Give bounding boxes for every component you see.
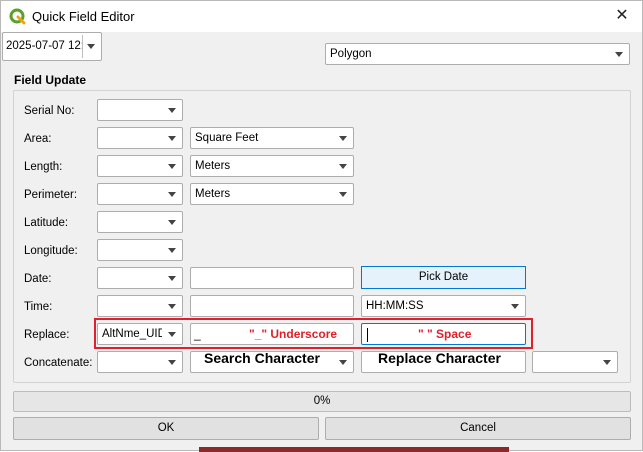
area-unit-value: Square Feet [195, 132, 259, 144]
chevron-down-icon [168, 248, 176, 253]
chevron-down-icon [168, 360, 176, 365]
replace-field-value: AltNme_UID [102, 328, 162, 340]
title-bar: Quick Field Editor ✕ [1, 1, 642, 32]
text-caret [367, 328, 368, 342]
replace-field-select[interactable]: AltNme_UID [97, 323, 183, 345]
chevron-down-icon [168, 108, 176, 113]
chevron-down-icon [339, 136, 347, 141]
close-button[interactable]: ✕ [602, 1, 642, 32]
underscore-annotation: "_" Underscore [249, 327, 338, 341]
search-character-input[interactable]: _ "_" Underscore [190, 323, 354, 345]
layer-type-value: Polygon [330, 48, 372, 60]
latitude-field-select[interactable] [97, 211, 183, 233]
area-field-select[interactable] [97, 127, 183, 149]
perimeter-unit-value: Meters [195, 188, 231, 200]
time-input[interactable] [190, 295, 354, 317]
replace-character-caption: Replace Character [378, 350, 501, 366]
search-character-caption: Search Character [204, 350, 320, 366]
chevron-down-icon[interactable] [87, 44, 95, 49]
length-unit-value: Meters [195, 160, 231, 172]
chevron-down-icon [168, 164, 176, 169]
chevron-down-icon [168, 192, 176, 197]
group-title: Field Update [14, 73, 87, 87]
concatenate-field-select[interactable] [97, 351, 183, 373]
time-format-select[interactable]: HH:MM:SS [361, 295, 526, 317]
window-title: Quick Field Editor [32, 9, 135, 24]
datetime-edit[interactable]: 2025-07-07 12: [2, 32, 102, 61]
datetime-separator [82, 35, 83, 58]
replace-label: Replace: [24, 329, 70, 341]
date-label: Date: [24, 273, 52, 285]
datetime-value: 2025-07-07 12: [6, 40, 85, 52]
serial-label: Serial No: [24, 105, 75, 117]
chevron-down-icon [168, 304, 176, 309]
perimeter-field-select[interactable] [97, 183, 183, 205]
length-unit-select[interactable]: Meters [190, 155, 354, 177]
latitude-label: Latitude: [24, 217, 69, 229]
time-field-select[interactable] [97, 295, 183, 317]
cancel-button[interactable]: Cancel [325, 417, 631, 440]
quick-field-editor-window: Quick Field Editor ✕ 2025-07-07 12: Poly… [0, 0, 643, 452]
qgis-logo-icon [9, 8, 26, 25]
concatenate-field-select-3[interactable] [532, 351, 618, 373]
perimeter-label: Perimeter: [24, 189, 78, 201]
length-field-select[interactable] [97, 155, 183, 177]
search-character-value: _ [194, 327, 201, 341]
chevron-down-icon [168, 276, 176, 281]
chevron-down-icon [339, 164, 347, 169]
chevron-down-icon [511, 304, 519, 309]
date-input[interactable] [190, 267, 354, 289]
close-icon: ✕ [615, 7, 629, 24]
longitude-label: Longitude: [24, 245, 78, 257]
perimeter-unit-select[interactable]: Meters [190, 183, 354, 205]
layer-type-select[interactable]: Polygon [325, 43, 630, 65]
chevron-down-icon [339, 360, 347, 365]
chevron-down-icon [168, 220, 176, 225]
progress-text: 0% [313, 395, 331, 407]
chevron-down-icon [339, 192, 347, 197]
area-label: Area: [24, 133, 52, 145]
pick-date-button[interactable]: Pick Date [361, 266, 526, 289]
chevron-down-icon [168, 136, 176, 141]
longitude-field-select[interactable] [97, 239, 183, 261]
concatenate-label: Concatenate: [24, 357, 93, 369]
chevron-down-icon [603, 360, 611, 365]
space-annotation: " " Space [418, 327, 472, 341]
ok-button[interactable]: OK [13, 417, 319, 440]
chevron-down-icon [615, 52, 623, 57]
area-unit-select[interactable]: Square Feet [190, 127, 354, 149]
background-strip [199, 447, 509, 452]
chevron-down-icon [168, 332, 176, 337]
progress-bar: 0% [13, 391, 631, 412]
date-field-select[interactable] [97, 267, 183, 289]
serial-field-select[interactable] [97, 99, 183, 121]
length-label: Length: [24, 161, 63, 173]
time-label: Time: [24, 301, 53, 313]
replace-character-input[interactable]: " " Space [361, 323, 526, 345]
time-format-value: HH:MM:SS [366, 300, 424, 312]
